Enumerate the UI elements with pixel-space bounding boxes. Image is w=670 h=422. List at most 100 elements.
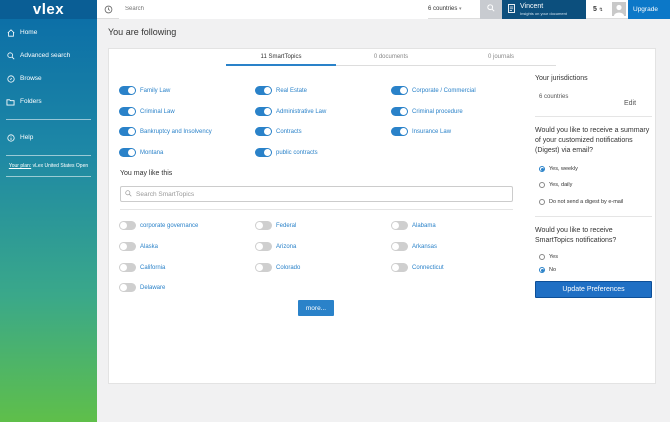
preferences-panel: Your jurisdictions 6 countries Edit Woul… bbox=[535, 49, 657, 385]
topic-toggle[interactable] bbox=[391, 107, 408, 116]
page-title: You are following bbox=[108, 27, 177, 37]
topic-label: Administrative Law bbox=[276, 108, 327, 115]
topic-label: Criminal Law bbox=[140, 108, 175, 115]
topic-toggle[interactable] bbox=[119, 107, 136, 116]
avatar[interactable] bbox=[610, 0, 628, 19]
top-bar: 6 countries ▾ Vincent Insights on your d… bbox=[97, 0, 670, 19]
topic-label: public contracts bbox=[276, 149, 318, 156]
edit-jurisdictions-link[interactable]: Edit bbox=[624, 100, 636, 107]
info-icon bbox=[6, 133, 15, 142]
suggested-topic[interactable]: Federal bbox=[255, 221, 296, 230]
vlex-logo[interactable]: vlex bbox=[0, 0, 97, 19]
digest-option-daily[interactable]: Yes, daily bbox=[539, 182, 572, 188]
followed-topic[interactable]: Real Estate bbox=[255, 86, 307, 95]
followed-topic[interactable]: Family Law bbox=[119, 86, 170, 95]
tab-smarttopics[interactable]: 11 SmartTopics bbox=[226, 49, 336, 66]
topic-label: Criminal procedure bbox=[412, 108, 463, 115]
topic-toggle[interactable] bbox=[255, 242, 272, 251]
sidebar-item-help[interactable]: Help bbox=[0, 126, 97, 149]
followed-topic[interactable]: Bankruptcy and Insolvency bbox=[119, 127, 212, 136]
topic-toggle[interactable] bbox=[119, 127, 136, 136]
topic-toggle[interactable] bbox=[391, 221, 408, 230]
radio-selected[interactable] bbox=[539, 267, 545, 273]
suggested-topic[interactable]: Colorado bbox=[255, 263, 300, 272]
divider bbox=[535, 116, 652, 117]
more-button[interactable]: more... bbox=[298, 300, 334, 316]
topic-toggle[interactable] bbox=[119, 148, 136, 157]
vincent-count-value: 5 bbox=[592, 5, 597, 13]
radio[interactable] bbox=[539, 199, 545, 205]
followed-topic[interactable]: Montana bbox=[119, 148, 163, 157]
sidebar-item-advanced-search[interactable]: Advanced search bbox=[0, 44, 97, 67]
followed-topic[interactable]: public contracts bbox=[255, 148, 318, 157]
topic-label: Alabama bbox=[412, 222, 436, 229]
divider bbox=[120, 209, 513, 210]
topic-label: Delaware bbox=[140, 284, 166, 291]
topic-toggle[interactable] bbox=[391, 86, 408, 95]
sidebar-item-label: Advanced search bbox=[20, 52, 71, 59]
topic-toggle[interactable] bbox=[255, 127, 272, 136]
suggested-topic[interactable]: Arizona bbox=[255, 242, 296, 251]
topic-toggle[interactable] bbox=[255, 263, 272, 272]
history-icon[interactable] bbox=[97, 5, 119, 14]
followed-topic[interactable]: Corporate / Commercial bbox=[391, 86, 476, 95]
suggested-topic[interactable]: California bbox=[119, 263, 165, 272]
suggested-topic[interactable]: Arkansas bbox=[391, 242, 437, 251]
countries-dropdown[interactable]: 6 countries ▾ bbox=[428, 6, 480, 12]
search-icon bbox=[125, 189, 132, 199]
topic-toggle[interactable] bbox=[391, 127, 408, 136]
radio-selected[interactable] bbox=[539, 166, 545, 172]
topic-toggle[interactable] bbox=[255, 221, 272, 230]
sidebar-item-browse[interactable]: Browse bbox=[0, 67, 97, 90]
notif-option-no[interactable]: No bbox=[539, 267, 556, 273]
topic-toggle[interactable] bbox=[119, 242, 136, 251]
topic-toggle[interactable] bbox=[119, 86, 136, 95]
suggested-topic[interactable]: Alabama bbox=[391, 221, 436, 230]
topic-toggle[interactable] bbox=[255, 148, 272, 157]
search-button[interactable] bbox=[480, 0, 502, 19]
topic-toggle[interactable] bbox=[119, 283, 136, 292]
divider bbox=[535, 216, 652, 217]
tab-documents[interactable]: 0 documents bbox=[336, 49, 446, 66]
sidebar-item-home[interactable]: Home bbox=[0, 21, 97, 44]
topic-toggle[interactable] bbox=[391, 242, 408, 251]
sidebar-item-folders[interactable]: Folders bbox=[0, 90, 97, 113]
smarttopics-search[interactable]: Search SmartTopics bbox=[120, 186, 513, 202]
vincent-count[interactable]: 5 ↯ bbox=[586, 6, 610, 13]
topic-toggle[interactable] bbox=[255, 86, 272, 95]
followed-topic[interactable]: Administrative Law bbox=[255, 107, 326, 116]
search-input[interactable] bbox=[119, 0, 428, 19]
followed-topic[interactable]: Contracts bbox=[255, 127, 302, 136]
topic-label: Insurance Law bbox=[412, 128, 452, 135]
digest-option-weekly[interactable]: Yes, weekly bbox=[539, 166, 578, 172]
v-icon: ↯ bbox=[598, 6, 604, 13]
topic-toggle[interactable] bbox=[391, 263, 408, 272]
notif-option-yes[interactable]: Yes bbox=[539, 254, 558, 260]
topic-label: Corporate / Commercial bbox=[412, 87, 476, 94]
chevron-down-icon: ▾ bbox=[459, 6, 462, 12]
topic-toggle[interactable] bbox=[119, 263, 136, 272]
update-preferences-button[interactable]: Update Preferences bbox=[535, 281, 652, 298]
vincent-panel[interactable]: Vincent Insights on your document bbox=[502, 0, 586, 19]
radio[interactable] bbox=[539, 254, 545, 260]
topic-label: Bankruptcy and Insolvency bbox=[140, 128, 212, 135]
jurisdictions-title: Your jurisdictions bbox=[535, 75, 588, 82]
plan-link[interactable]: Your plan: bbox=[9, 163, 31, 169]
topic-label: Federal bbox=[276, 222, 297, 229]
suggestions-title: You may like this bbox=[120, 170, 173, 177]
suggested-topic[interactable]: Connecticut bbox=[391, 263, 444, 272]
suggested-topic[interactable]: corporate governance bbox=[119, 221, 198, 230]
radio[interactable] bbox=[539, 182, 545, 188]
upgrade-button[interactable]: Upgrade bbox=[628, 0, 670, 19]
home-icon bbox=[6, 28, 15, 37]
topic-label: Montana bbox=[140, 149, 164, 156]
digest-option-none[interactable]: Do not send a digest by e-mail bbox=[539, 199, 623, 205]
topic-toggle[interactable] bbox=[119, 221, 136, 230]
followed-topic[interactable]: Criminal procedure bbox=[391, 107, 463, 116]
sidebar-item-label: Folders bbox=[20, 98, 42, 105]
followed-topic[interactable]: Criminal Law bbox=[119, 107, 175, 116]
suggested-topic[interactable]: Delaware bbox=[119, 283, 165, 292]
suggested-topic[interactable]: Alaska bbox=[119, 242, 158, 251]
followed-topic[interactable]: Insurance Law bbox=[391, 127, 451, 136]
topic-toggle[interactable] bbox=[255, 107, 272, 116]
